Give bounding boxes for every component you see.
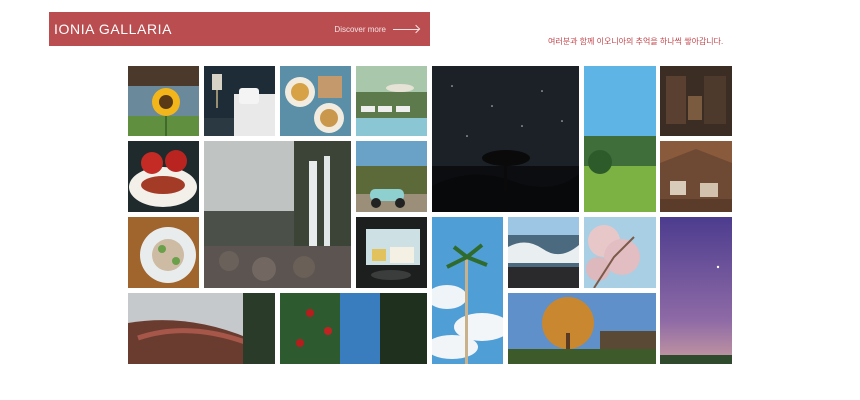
photo-milky-way[interactable] bbox=[660, 217, 732, 364]
photo-green-field[interactable] bbox=[584, 66, 656, 212]
discover-more-link[interactable]: Discover more bbox=[334, 25, 419, 34]
discover-more-label: Discover more bbox=[334, 24, 386, 34]
photo-autumn-tree-house[interactable] bbox=[508, 293, 656, 364]
photo-cherry-blossom[interactable] bbox=[584, 217, 656, 288]
photo-hotel-bedroom[interactable] bbox=[204, 66, 275, 136]
photo-salad-plate[interactable] bbox=[128, 217, 199, 288]
photo-scooter[interactable] bbox=[356, 141, 427, 212]
photo-tomato-dish[interactable] bbox=[128, 141, 199, 212]
photo-sunflower[interactable] bbox=[128, 66, 199, 136]
tagline: 여러분과 함께 이오니아의 추억을 하나씩 쌓아갑니다. bbox=[548, 37, 724, 46]
photo-night-tree[interactable] bbox=[432, 66, 579, 212]
photo-breakfast[interactable] bbox=[280, 66, 351, 136]
photo-ocean-waves[interactable] bbox=[508, 217, 579, 288]
photo-window-view[interactable] bbox=[356, 217, 427, 288]
header-banner: IONIA GALLARIA Discover more bbox=[49, 12, 430, 46]
photo-restaurant-interior[interactable] bbox=[660, 141, 732, 212]
photo-palm-tree[interactable] bbox=[432, 217, 503, 364]
brand-title: IONIA GALLARIA bbox=[54, 21, 173, 37]
photo-library-cafe[interactable] bbox=[660, 66, 732, 136]
photo-waterfall[interactable] bbox=[204, 141, 351, 288]
arrow-right-icon bbox=[393, 28, 419, 30]
photo-wooden-bridge[interactable] bbox=[128, 293, 275, 364]
photo-red-camellia-tree[interactable] bbox=[280, 293, 427, 364]
photo-pool-loungers[interactable] bbox=[356, 66, 427, 136]
